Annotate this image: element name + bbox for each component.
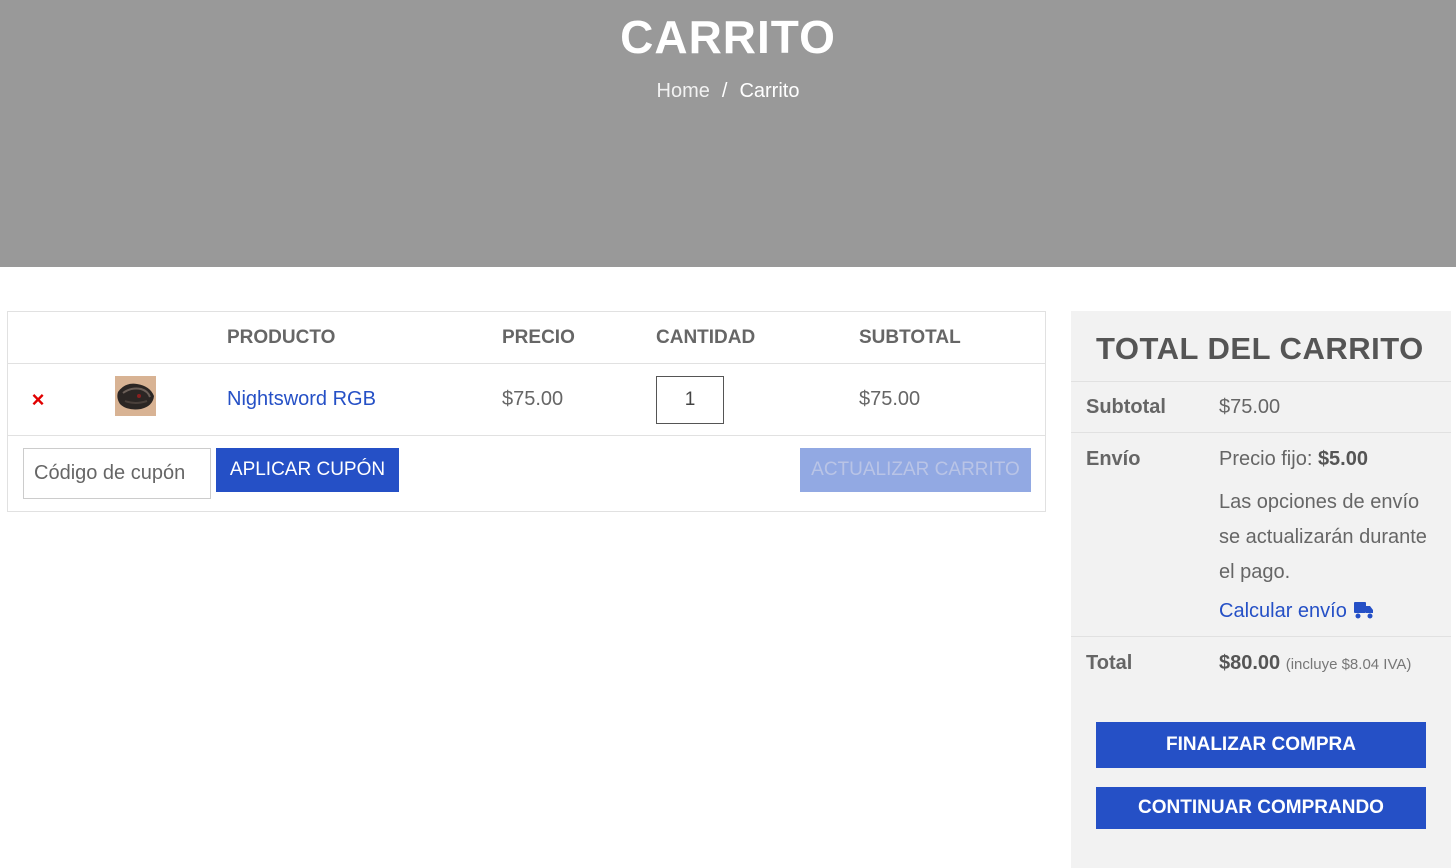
cart-table-header: PRODUCTO PRECIO CANTIDAD SUBTOTAL [8,312,1045,364]
item-price: $75.00 [502,388,564,410]
product-name-link[interactable]: Nightsword RGB [227,388,376,411]
breadcrumb-separator: / [721,80,728,102]
shipping-fixed-label: Precio fijo: [1219,448,1313,470]
shipping-fixed-value: $5.00 [1317,448,1368,470]
apply-coupon-button[interactable]: APLICAR CUPÓN [216,448,399,492]
column-header-product: PRODUCTO [227,327,336,348]
total-value-group: $80.00 (incluye $8.04 IVA) [1219,652,1411,675]
cart-table: PRODUCTO PRECIO CANTIDAD SUBTOTAL × Nigh… [7,311,1046,512]
checkout-button[interactable]: FINALIZAR COMPRA [1096,722,1426,768]
shipping-label: Envío [1086,448,1141,470]
column-header-quantity: CANTIDAD [656,327,756,348]
totals-divider [1071,432,1451,433]
page-title: CARRITO [620,11,836,63]
truck-icon[interactable] [1353,600,1375,620]
total-tax-note: (incluye $8.04 IVA) [1285,656,1412,673]
subtotal-value: $75.00 [1219,396,1281,418]
cart-item-row: × Nightsword RGB $75.00 $75.00 [8,364,1045,436]
column-header-price: PRECIO [502,327,575,348]
shipping-note: Las opciones de envío se actualizarán du… [1219,491,1427,583]
update-cart-button[interactable]: ACTUALIZAR CARRITO [800,448,1031,492]
product-thumbnail[interactable] [115,376,156,416]
breadcrumb: Home / Carrito [0,80,1456,103]
cart-totals-title: TOTAL DEL CARRITO [1096,331,1424,366]
totals-divider [1071,381,1451,382]
calculate-shipping-link[interactable]: Calcular envío [1219,600,1347,623]
remove-item-icon[interactable]: × [28,388,48,412]
column-header-subtotal: SUBTOTAL [859,327,961,348]
subtotal-label: Subtotal [1086,396,1166,418]
total-value: $80.00 [1219,652,1281,674]
breadcrumb-current: Carrito [739,80,800,102]
cart-totals-panel: TOTAL DEL CARRITO Subtotal $75.00 Envío … [1071,311,1451,868]
totals-divider [1071,636,1451,637]
shipping-fixed-price: Precio fijo: $5.00 [1219,448,1368,471]
item-subtotal: $75.00 [859,388,921,410]
page-hero: CARRITO Home / Carrito [0,0,1456,267]
continue-shopping-button[interactable]: CONTINUAR COMPRANDO [1096,787,1426,829]
breadcrumb-home-link[interactable]: Home [657,80,710,102]
total-label: Total [1086,652,1133,674]
coupon-code-input[interactable] [23,448,211,499]
quantity-input[interactable] [656,376,724,424]
